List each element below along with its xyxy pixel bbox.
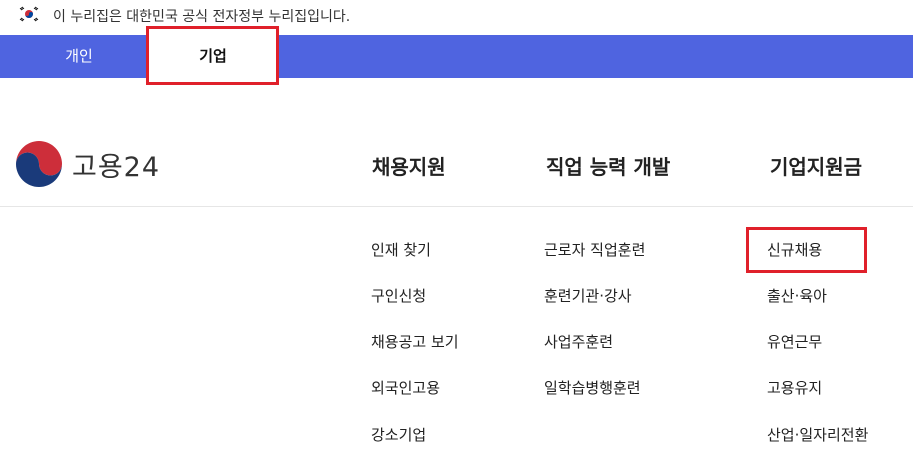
- submenu-item[interactable]: 외국인고용: [371, 377, 440, 398]
- gov-banner: 이 누리집은 대한민국 공식 전자정부 누리집입니다.: [0, 0, 913, 35]
- highlight-tab-business: [146, 26, 279, 85]
- tab-personal[interactable]: 개인: [12, 35, 146, 78]
- header-divider: [0, 206, 913, 207]
- submenu-item[interactable]: 강소기업: [371, 424, 426, 445]
- submenu-item[interactable]: 산업·일자리전환: [767, 424, 868, 445]
- submenu-item[interactable]: 유연근무: [767, 331, 822, 352]
- highlight-new-hire: [746, 227, 867, 273]
- gov-banner-text: 이 누리집은 대한민국 공식 전자정부 누리집입니다.: [53, 9, 351, 25]
- submenu-item[interactable]: 출산·육아: [767, 285, 827, 306]
- submenu-item[interactable]: 근로자 직업훈련: [544, 239, 645, 260]
- submenu-item[interactable]: 훈련기관·강사: [544, 285, 632, 306]
- logo-text: 고용24: [72, 152, 161, 183]
- submenu-item[interactable]: 일학습병행훈련: [544, 377, 641, 398]
- submenu-item[interactable]: 사업주훈련: [544, 331, 613, 352]
- menu-title-business-subsidy[interactable]: 기업지원금: [770, 151, 862, 180]
- menu-title-skill-development[interactable]: 직업 능력 개발: [546, 151, 670, 180]
- submenu-item[interactable]: 채용공고 보기: [371, 331, 459, 352]
- audience-tabbar: 개인 기업: [0, 35, 913, 78]
- korea-flag-icon: [18, 6, 40, 22]
- submenu-item[interactable]: 구인신청: [371, 285, 426, 306]
- submenu-item[interactable]: 고용유지: [767, 377, 822, 398]
- menu-title-recruit-support[interactable]: 채용지원: [372, 151, 446, 180]
- submenu-item[interactable]: 인재 찾기: [371, 239, 431, 260]
